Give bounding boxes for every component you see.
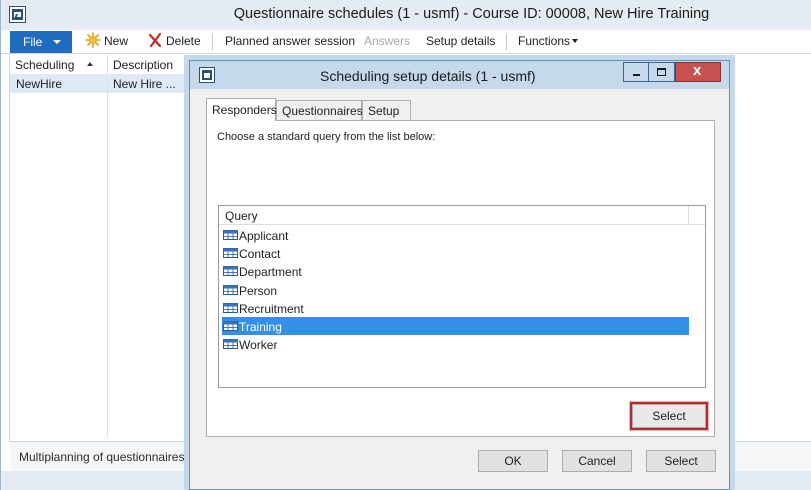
maximize-button[interactable] (649, 62, 675, 82)
caret-down-icon (572, 39, 579, 43)
planned-answer-session-button[interactable]: Planned answer session (225, 34, 355, 48)
main-window-title: Questionnaire schedules (1 - usmf) - Cou… (233, 6, 710, 22)
dialog-title: Scheduling setup details (1 - usmf) (320, 68, 536, 84)
delete-x-icon (148, 32, 162, 48)
setup-details-button[interactable]: Setup details (426, 34, 495, 48)
column-divider (107, 74, 108, 438)
query-item-contact[interactable]: Contact (222, 244, 689, 262)
query-list-header[interactable]: Query (219, 206, 705, 225)
query-list[interactable]: Query Applicant Contact Department Person Re… (218, 205, 706, 388)
functions-label: Functions (518, 34, 571, 48)
minimize-icon (633, 74, 640, 76)
schedules-grid: Scheduling Description NewHire New Hire … (10, 55, 190, 439)
scheduling-setup-dialog: Scheduling setup details (1 - usmf) x Re… (189, 60, 730, 490)
query-item-person[interactable]: Person (222, 281, 689, 299)
tab-setup[interactable]: Setup (362, 100, 411, 120)
cell-description: New Hire ... (113, 77, 176, 91)
close-button[interactable]: x (675, 62, 721, 82)
file-menu-button[interactable]: File (10, 31, 72, 53)
close-icon: x (693, 62, 702, 79)
query-table-icon (223, 248, 238, 259)
query-item-label: Applicant (239, 229, 289, 243)
query-item-department[interactable]: Department (222, 262, 689, 280)
query-item-recruitment[interactable]: Recruitment (222, 299, 689, 317)
instruction-text: Choose a standard query from the list be… (217, 131, 436, 143)
column-header-label: Scheduling (15, 58, 75, 72)
answers-button[interactable]: Answers (364, 34, 410, 48)
dialog-app-icon[interactable] (199, 67, 215, 83)
column-header-scheduling[interactable]: Scheduling (10, 55, 107, 74)
query-item-worker[interactable]: Worker (222, 335, 689, 353)
minimize-button[interactable] (623, 62, 649, 82)
new-button[interactable]: New (104, 34, 128, 48)
query-table-icon (223, 230, 238, 240)
ribbon-toolbar: File New Delete Planned answer session A… (1, 30, 811, 54)
delete-button[interactable]: Delete (166, 34, 201, 48)
query-table-icon (223, 302, 238, 313)
cell-scheduling: NewHire (16, 77, 63, 91)
cancel-button[interactable]: Cancel (562, 450, 632, 472)
column-header-label: Description (113, 58, 174, 72)
maximize-icon (657, 68, 666, 76)
query-item-label: Worker (239, 338, 278, 353)
table-row[interactable]: NewHire New Hire ... (10, 74, 190, 93)
query-item-training[interactable]: Training (222, 317, 689, 335)
main-titlebar: Questionnaire schedules (1 - usmf) - Cou… (1, 0, 811, 30)
ribbon-divider (212, 34, 213, 50)
query-table-icon (223, 339, 238, 350)
query-item-label: Department (239, 265, 302, 280)
sort-ascending-icon (87, 62, 93, 66)
query-item-label: Person (239, 283, 278, 298)
dialog-titlebar[interactable]: Scheduling setup details (1 - usmf) x (190, 61, 729, 89)
tab-responders[interactable]: Responders (206, 98, 277, 121)
caret-down-icon (53, 40, 61, 44)
status-text: Multiplanning of questionnaires (19, 450, 185, 464)
query-column-header: Query (225, 209, 258, 223)
select-button[interactable]: Select (646, 450, 716, 472)
functions-menu-button[interactable]: Functions (518, 34, 579, 48)
query-item-label: Training (239, 320, 282, 334)
select-query-button[interactable]: Select (632, 404, 706, 428)
query-item-label: Recruitment (239, 301, 304, 316)
new-star-icon (85, 32, 101, 48)
column-header-description[interactable]: Description (107, 55, 190, 74)
file-menu-label: File (23, 35, 43, 49)
ribbon-divider (506, 34, 507, 50)
tab-questionnaires[interactable]: Questionnaires (276, 100, 363, 120)
query-item-label: Contact (239, 247, 281, 262)
query-table-icon (223, 266, 238, 277)
query-table-icon (223, 321, 238, 331)
header-divider (688, 206, 689, 225)
query-table-icon (223, 284, 238, 295)
ok-button[interactable]: OK (478, 450, 548, 472)
responders-panel: Choose a standard query from the list be… (206, 120, 715, 437)
query-item-applicant[interactable]: Applicant (222, 226, 689, 244)
